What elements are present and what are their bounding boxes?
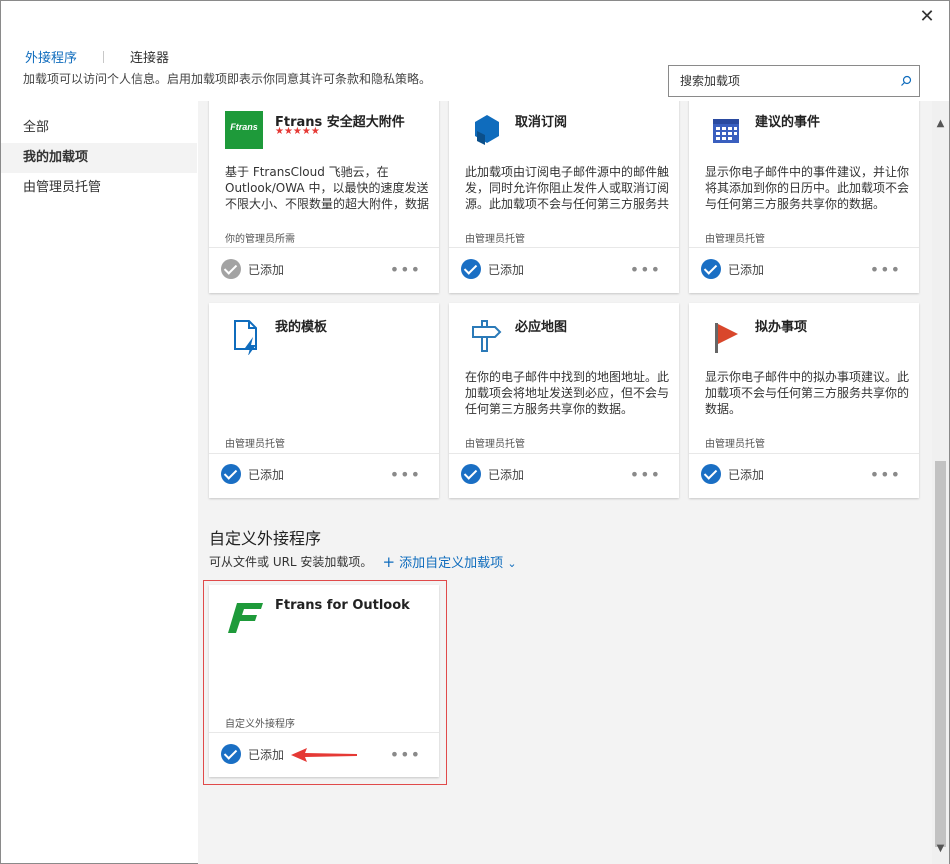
card-divider	[449, 453, 679, 454]
addin-owner: 你的管理员所需	[225, 234, 295, 245]
custom-addins-heading: 自定义外接程序	[209, 529, 322, 548]
addins-dialog: ✕ 外接程序 连接器 加载项可以访问个人信息。启用加载项即表示你同意其许可条款和…	[0, 0, 950, 864]
addin-card-bing-maps[interactable]: 必应地图 在你的电子邮件中找到的地图地址。此加载项会将地址发送到必应，但不会与任…	[449, 303, 679, 498]
ftrans-logo-icon: Ftrans	[225, 111, 263, 149]
custom-addins-subtitle: 可从文件或 URL 安装加载项。 + 添加自定义加载项 ⌄	[209, 552, 517, 571]
template-icon	[234, 320, 257, 355]
added-status: 已添加	[701, 464, 764, 484]
checkmark-icon[interactable]	[701, 259, 721, 279]
sidebar-item-my-addins[interactable]: 我的加载项	[1, 143, 197, 173]
ftrans-f-icon	[228, 603, 263, 633]
card-divider	[689, 247, 919, 248]
hexagon-icon	[475, 115, 499, 145]
flag-icon	[715, 323, 738, 353]
more-options-icon[interactable]: •••	[630, 465, 661, 484]
more-options-icon[interactable]: •••	[870, 260, 901, 279]
sidebar: 全部 我的加载项 由管理员托管	[1, 113, 197, 203]
addin-owner: 由管理员托管	[465, 234, 525, 245]
added-status: 已添加	[221, 744, 284, 764]
addin-name: Ftrans for Outlook	[275, 598, 410, 613]
addin-description: 显示你电子邮件中的拟办事项建议。此加载项不会与任何第三方服务共享你的数据。	[705, 370, 910, 416]
scrollbar-thumb[interactable]	[935, 461, 946, 847]
rating-stars: ★★★★★	[275, 126, 320, 137]
addin-owner: 由管理员托管	[705, 439, 765, 450]
chevron-down-icon: ⌄	[507, 557, 517, 570]
signpost-icon	[472, 320, 502, 352]
calendar-icon	[713, 119, 739, 143]
tab-divider	[103, 50, 105, 63]
addin-card-unsubscribe[interactable]: 取消订阅 此加载项由订阅电子邮件源中的邮件触发，同时允许你阻止发件人或取消订阅源…	[449, 101, 679, 293]
close-button[interactable]: ✕	[915, 5, 939, 29]
more-options-icon[interactable]: •••	[630, 260, 661, 279]
tab-addins[interactable]: 外接程序	[25, 47, 77, 66]
card-divider	[209, 732, 439, 733]
more-options-icon[interactable]: •••	[390, 745, 421, 764]
card-divider	[689, 453, 919, 454]
addin-name: 建议的事件	[755, 115, 821, 130]
more-options-icon[interactable]: •••	[870, 465, 901, 484]
addin-description: 在你的电子邮件中找到的地图地址。此加载项会将地址发送到必应，但不会与任何第三方服…	[465, 370, 670, 416]
checkmark-icon[interactable]	[701, 464, 721, 484]
sidebar-item-admin-managed[interactable]: 由管理员托管	[1, 173, 197, 203]
search-icon[interactable]	[899, 74, 913, 88]
addin-owner: 由管理员托管	[705, 234, 765, 245]
checkmark-icon[interactable]	[221, 464, 241, 484]
addin-card-my-templates[interactable]: 我的模板 由管理员托管 已添加 •••	[209, 303, 439, 498]
addin-card-action-items[interactable]: 拟办事项 显示你电子邮件中的拟办事项建议。此加载项不会与任何第三方服务共享你的数…	[689, 303, 919, 498]
tab-connectors[interactable]: 连接器	[130, 47, 169, 66]
more-options-icon[interactable]: •••	[390, 260, 421, 279]
addin-name: 必应地图	[515, 320, 568, 335]
chevron-up-icon[interactable]: ▲	[932, 115, 949, 132]
privacy-notice: 加载项可以访问个人信息。启用加载项即表示你同意其许可条款和隐私策略。	[23, 72, 432, 86]
chevron-down-icon[interactable]: ▼	[932, 840, 949, 857]
add-custom-addin-button[interactable]: + 添加自定义加载项 ⌄	[382, 552, 516, 571]
tab-bar: 外接程序 连接器	[25, 47, 169, 66]
addin-owner: 由管理员托管	[225, 439, 285, 450]
added-status: 已添加	[701, 259, 764, 279]
addin-description: 显示你电子邮件中的事件建议，并让你将其添加到你的日历中。此加载项不会与任何第三方…	[705, 165, 910, 211]
addin-owner: 自定义外接程序	[225, 719, 295, 730]
addin-description	[225, 369, 431, 417]
search-placeholder: 搜索加载项	[680, 74, 741, 88]
search-input[interactable]: 搜索加载项	[668, 65, 920, 97]
addin-description: 此加载项由订阅电子邮件源中的邮件触发，同时允许你阻止发件人或取消订阅源。此加载项…	[465, 165, 670, 211]
more-options-icon[interactable]: •••	[390, 465, 421, 484]
card-divider	[209, 453, 439, 454]
red-arrow-icon	[291, 748, 357, 762]
checkmark-icon[interactable]	[221, 744, 241, 764]
card-divider	[449, 247, 679, 248]
checkmark-icon[interactable]	[461, 464, 481, 484]
added-status: 已添加	[461, 259, 524, 279]
addin-owner: 由管理员托管	[465, 439, 525, 450]
added-status: 已添加	[221, 464, 284, 484]
addin-name: 拟办事项	[755, 320, 808, 335]
addin-description: 基于 FtransCloud 飞驰云，在 Outlook/OWA 中，以最快的速…	[225, 165, 430, 211]
added-status: 已添加	[461, 464, 524, 484]
checkmark-icon[interactable]	[221, 259, 241, 279]
added-status: 已添加	[221, 259, 284, 279]
addins-list: Ftrans Ftrans 安全超大附件 ★★★★★ 基于 FtransClou…	[198, 101, 932, 864]
addin-name: 我的模板	[275, 320, 328, 335]
card-divider	[209, 247, 439, 248]
vertical-scrollbar[interactable]: ▲ ▼	[932, 101, 949, 864]
addin-name: 取消订阅	[515, 115, 568, 130]
addin-card-ftrans-for-outlook[interactable]: Ftrans for Outlook 自定义外接程序 已添加 •••	[209, 585, 439, 777]
checkmark-icon[interactable]	[461, 259, 481, 279]
plus-icon: +	[382, 553, 396, 571]
addin-card-suggested-events[interactable]: 建议的事件 显示你电子邮件中的事件建议，并让你将其添加到你的日历中。此加载项不会…	[689, 101, 919, 293]
sidebar-item-all[interactable]: 全部	[1, 113, 197, 143]
addin-card-ftrans[interactable]: Ftrans Ftrans 安全超大附件 ★★★★★ 基于 FtransClou…	[209, 101, 439, 293]
